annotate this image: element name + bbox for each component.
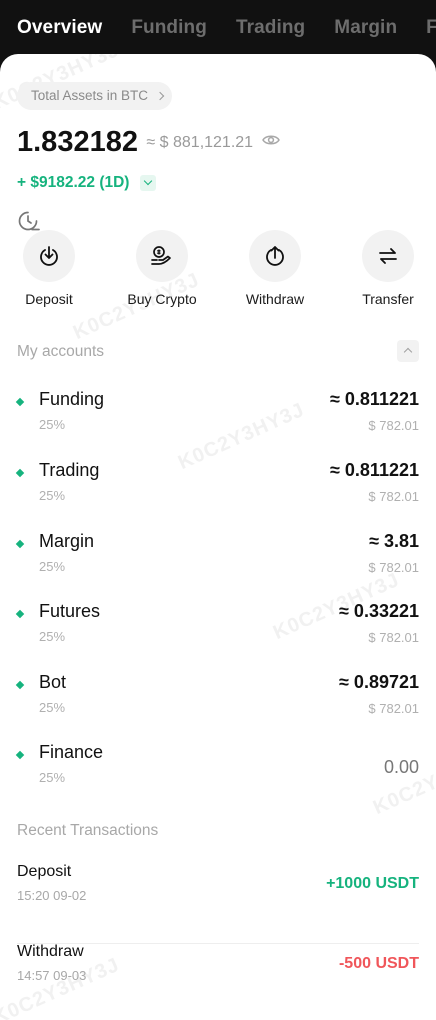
account-amount: ≈ 0.33221	[339, 601, 419, 621]
overview-sheet: K0C2Y3HY3J K0C2Y3HY3J K0C2Y3HY3J K0C2Y3H…	[0, 54, 436, 1020]
account-tabs: Overview Funding Trading Margin Futu	[17, 17, 436, 39]
transaction-amount: +1000 USDT	[326, 875, 419, 892]
tab-futures[interactable]: Futu	[426, 17, 436, 39]
recent-transactions-heading: Recent Transactions	[17, 822, 159, 839]
account-row-margin[interactable]: Margin 25% ≈ 3.81 $ 782.01	[0, 529, 436, 591]
withdraw-label: Withdraw	[245, 291, 305, 307]
tab-overview[interactable]: Overview	[17, 17, 102, 39]
transaction-row[interactable]: Withdraw 14:57 09-03 -500 USDT	[17, 943, 419, 1020]
balance-row: 1.832182 ≈ $ 881,121.21	[17, 126, 280, 166]
transaction-amount: -500 USDT	[338, 955, 419, 972]
account-row-funding[interactable]: Funding 25% ≈ 0.811221 $ 782.01	[0, 387, 436, 449]
account-share: 25%	[39, 559, 66, 574]
transaction-type: Withdraw	[17, 943, 84, 960]
account-row-futures[interactable]: Futures 25% ≈ 0.33221 $ 782.01	[0, 599, 436, 661]
daily-pnl: + $9182.22 (1D)	[17, 174, 130, 191]
pnl-row: + $9182.22 (1D)	[17, 174, 156, 192]
account-fiat: $ 782.01	[368, 701, 419, 716]
my-accounts-heading: My accounts	[17, 343, 105, 360]
pnl-period-dropdown[interactable]	[139, 175, 156, 191]
account-fiat: $ 782.01	[368, 418, 419, 433]
diamond-icon	[15, 609, 25, 619]
account-fiat: $ 782.01	[368, 560, 419, 575]
chevron-right-icon	[155, 91, 165, 101]
deposit-icon	[23, 230, 75, 282]
account-row-trading[interactable]: Trading 25% ≈ 0.811221 $ 782.01	[0, 458, 436, 520]
account-share: 25%	[39, 488, 66, 503]
transaction-time: 15:20 09-02	[17, 888, 87, 903]
account-share: 25%	[39, 700, 66, 715]
diamond-icon	[15, 468, 25, 478]
transaction-type: Deposit	[17, 863, 72, 880]
quick-actions: Deposit Buy Crypto Withdraw Transfer	[0, 230, 436, 310]
tab-trading[interactable]: Trading	[236, 17, 305, 39]
transfer-icon	[362, 230, 414, 282]
transfer-label: Transfer	[362, 291, 414, 307]
total-assets-selector[interactable]: Total Assets in BTC	[17, 82, 173, 110]
deposit-label: Deposit	[25, 291, 73, 307]
buy-crypto-icon	[136, 230, 188, 282]
account-name: Futures	[39, 601, 101, 621]
account-name: Trading	[39, 460, 100, 480]
account-row-bot[interactable]: Bot 25% ≈ 0.89721 $ 782.01	[0, 670, 436, 732]
diamond-icon	[15, 397, 25, 407]
transaction-row[interactable]: Deposit 15:20 09-02 +1000 USDT	[17, 863, 419, 944]
tab-funding[interactable]: Funding	[131, 17, 207, 39]
withdraw-icon	[249, 230, 301, 282]
account-share: 25%	[39, 770, 66, 785]
account-amount: ≈ 0.811221	[330, 389, 419, 409]
account-share: 25%	[39, 629, 66, 644]
account-name: Margin	[39, 531, 95, 551]
deposit-button[interactable]: Deposit	[4, 230, 94, 307]
account-name: Finance	[39, 742, 104, 762]
top-tab-bar: Overview Funding Trading Margin Futu	[0, 0, 436, 60]
chevron-up-icon[interactable]	[397, 340, 419, 362]
total-balance: 1.832182	[17, 126, 138, 158]
buy-crypto-button[interactable]: Buy Crypto	[117, 230, 207, 307]
account-fiat: $ 782.01	[368, 489, 419, 504]
total-assets-label: Total Assets in BTC	[31, 88, 149, 103]
buy-crypto-label: Buy Crypto	[127, 291, 197, 307]
diamond-icon	[15, 750, 25, 760]
tab-margin[interactable]: Margin	[334, 17, 397, 39]
account-name: Bot	[39, 672, 67, 692]
transaction-time: 14:57 09-03	[17, 968, 87, 983]
fiat-balance: ≈ $ 881,121.21	[146, 133, 254, 151]
account-amount: 0.00	[383, 757, 419, 777]
account-row-finance[interactable]: Finance 25% 0.00	[0, 740, 436, 802]
account-amount: ≈ 0.89721	[339, 672, 419, 692]
diamond-icon	[15, 539, 25, 549]
withdraw-button[interactable]: Withdraw	[230, 230, 320, 307]
account-amount: ≈ 0.811221	[330, 460, 419, 480]
diamond-icon	[15, 680, 25, 690]
account-name: Funding	[39, 389, 105, 409]
eye-icon[interactable]	[261, 133, 280, 152]
transfer-button[interactable]: Transfer	[343, 230, 433, 307]
account-fiat: $ 782.01	[368, 630, 419, 645]
account-share: 25%	[39, 417, 66, 432]
account-amount: ≈ 3.81	[369, 531, 419, 551]
